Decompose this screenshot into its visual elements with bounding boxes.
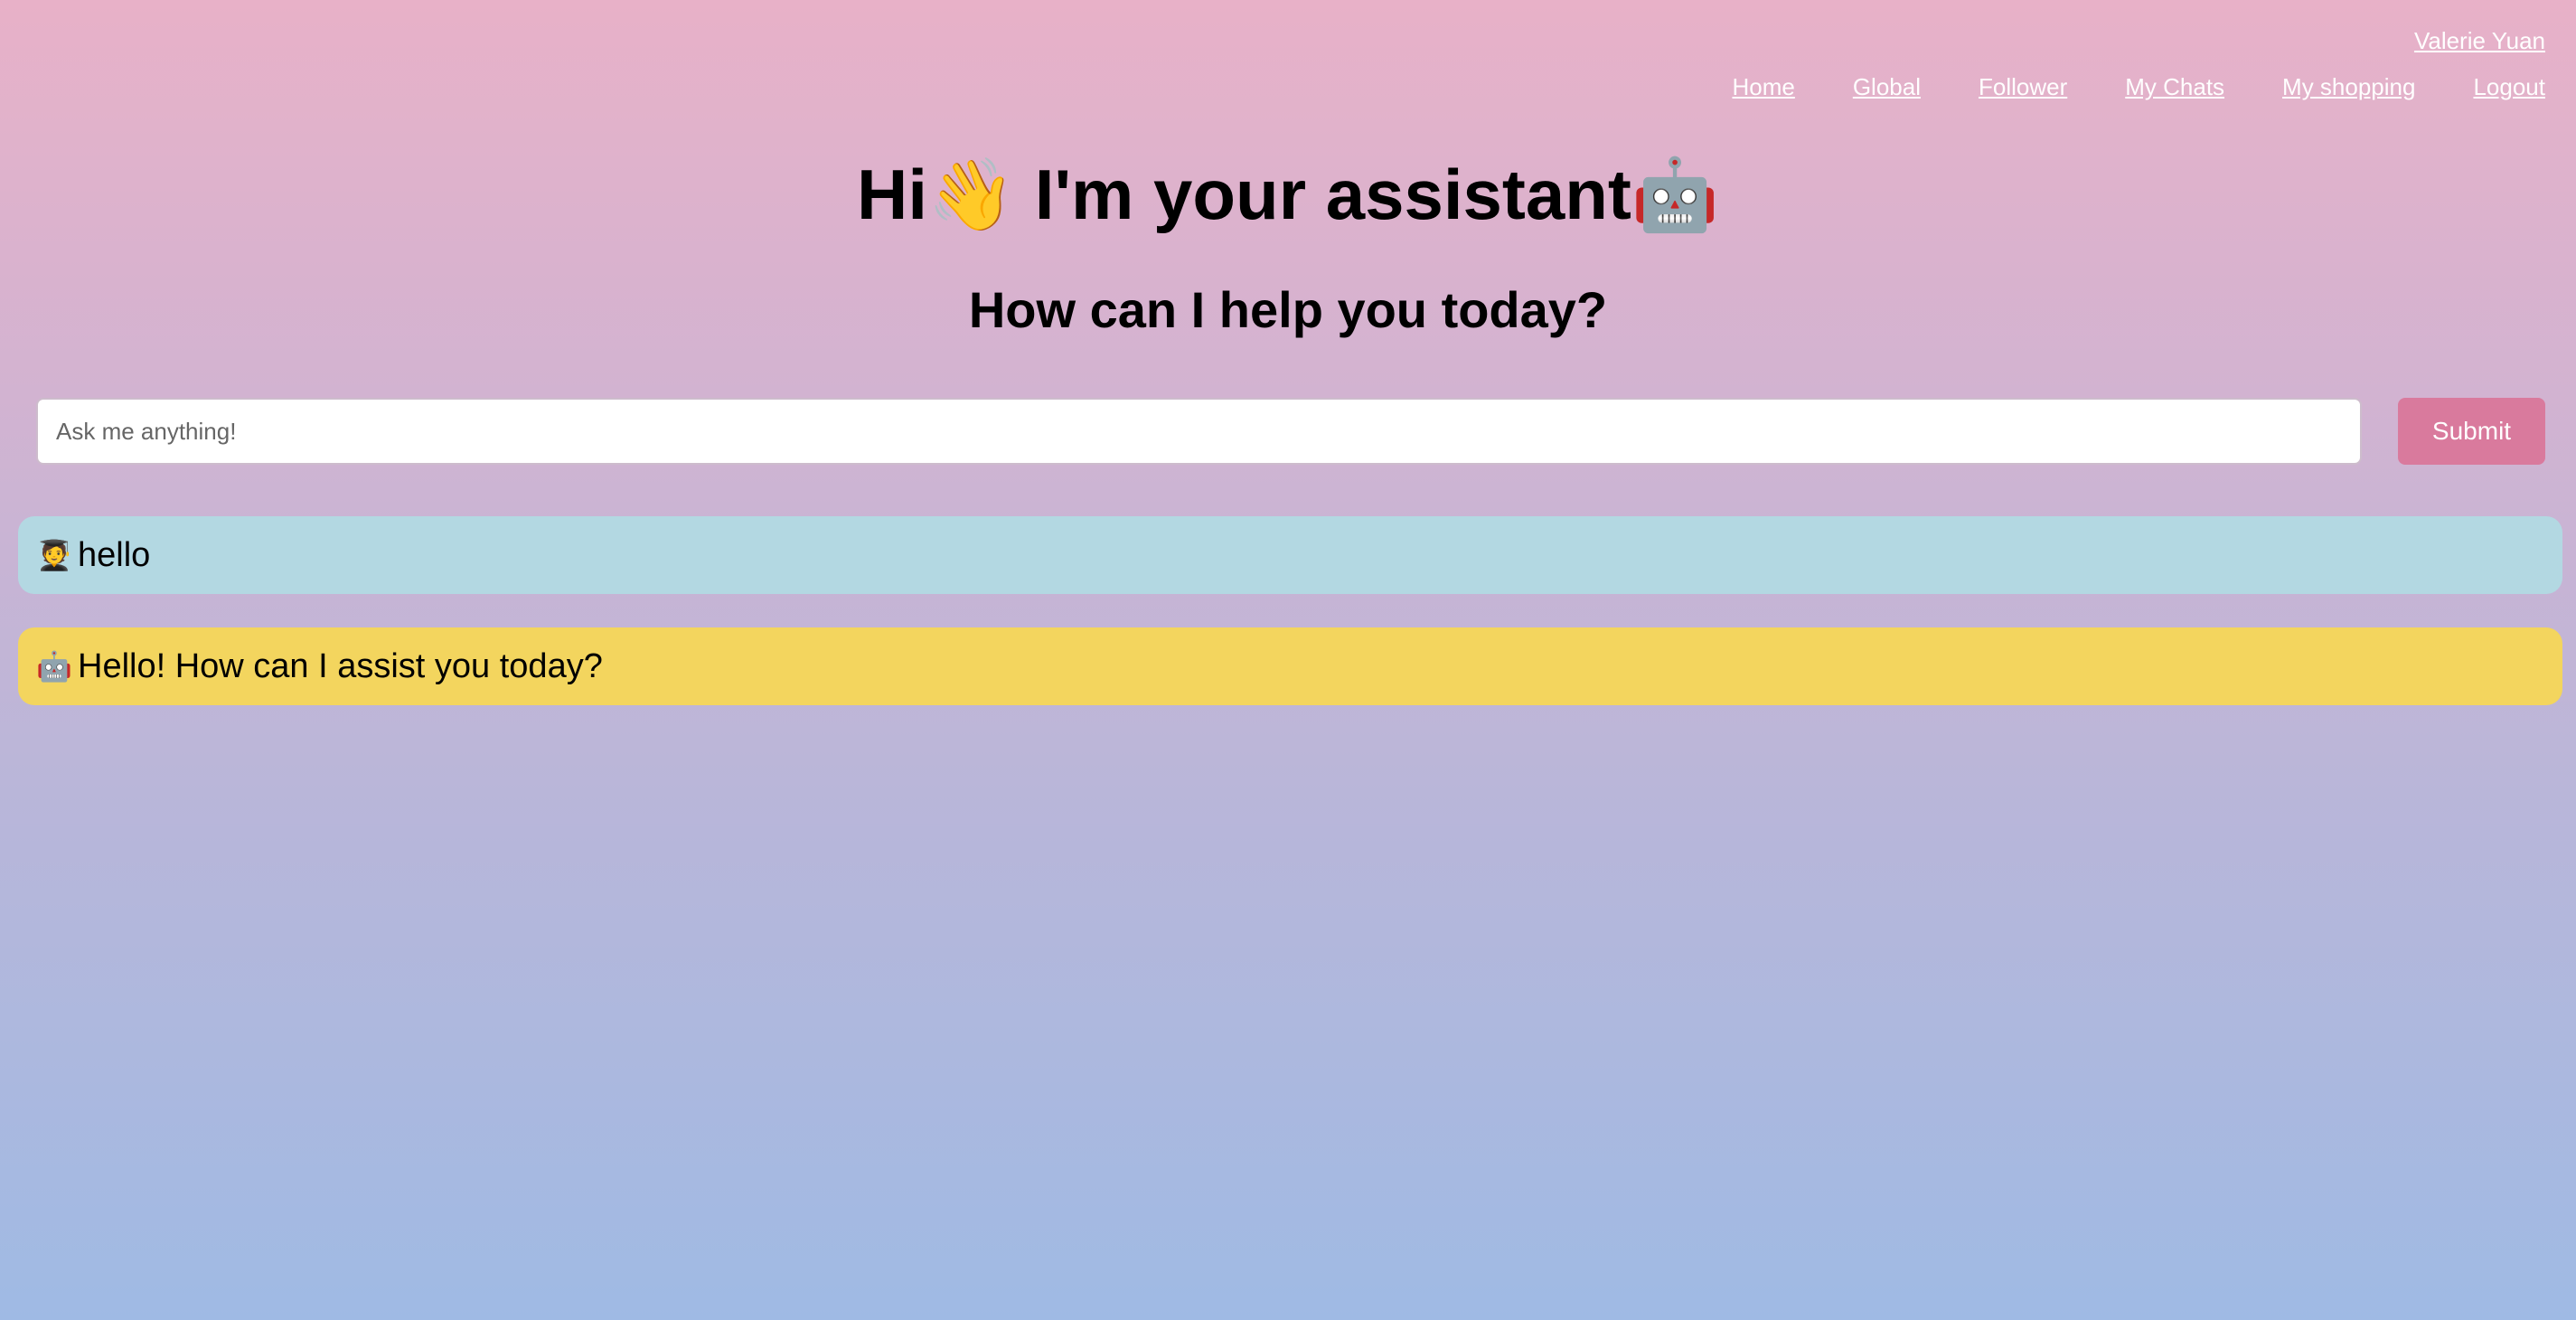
nav-my-chats-link[interactable]: My Chats: [2125, 73, 2224, 101]
submit-button[interactable]: Submit: [2398, 398, 2545, 465]
user-message: 🧑‍🎓 hello: [18, 516, 2562, 594]
nav-follower-link[interactable]: Follower: [1979, 73, 2067, 101]
student-avatar-icon: 🧑‍🎓: [36, 539, 72, 571]
user-profile-link[interactable]: Valerie Yuan: [2414, 27, 2545, 55]
ask-input[interactable]: [36, 398, 2362, 465]
message-text: hello: [78, 535, 151, 574]
page-title: Hi👋 I'm your assistant🤖: [856, 155, 1719, 234]
nav-my-shopping-link[interactable]: My shopping: [2282, 73, 2415, 101]
assistant-message: 🤖 Hello! How can I assist you today?: [18, 627, 2562, 705]
nav-logout-link[interactable]: Logout: [2473, 73, 2545, 101]
page-subtitle: How can I help you today?: [968, 281, 1608, 338]
top-nav: Home Global Follower My Chats My shoppin…: [1732, 73, 2545, 101]
message-text: Hello! How can I assist you today?: [78, 646, 603, 685]
robot-avatar-icon: 🤖: [36, 650, 72, 683]
nav-global-link[interactable]: Global: [1853, 73, 1921, 101]
nav-home-link[interactable]: Home: [1732, 73, 1794, 101]
